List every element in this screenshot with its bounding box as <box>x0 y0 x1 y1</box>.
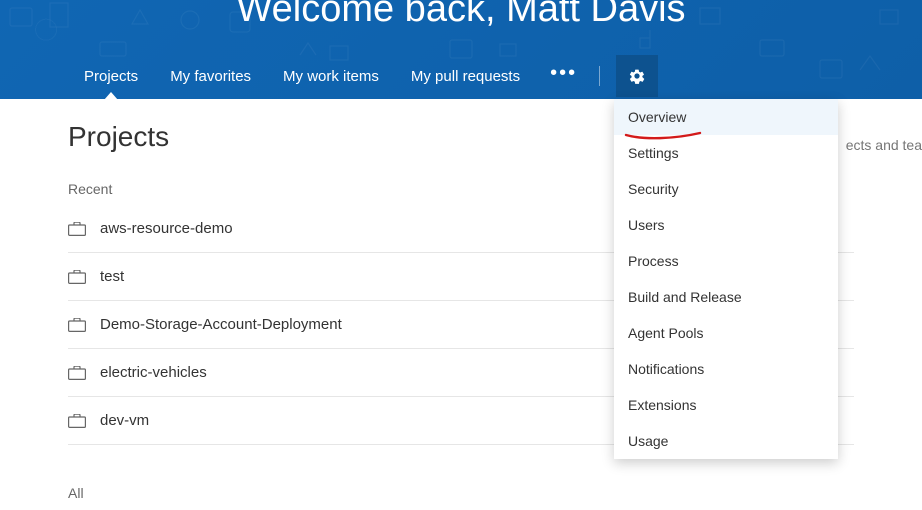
briefcase-icon <box>68 414 86 428</box>
welcome-heading: Welcome back, Matt Davis <box>236 0 685 31</box>
menu-item-build-release[interactable]: Build and Release <box>614 279 838 315</box>
search-placeholder-fragment: ects and tea <box>846 137 922 153</box>
tab-projects[interactable]: Projects <box>68 53 154 99</box>
menu-item-agent-pools[interactable]: Agent Pools <box>614 315 838 351</box>
tab-my-pull-requests[interactable]: My pull requests <box>395 53 536 99</box>
menu-item-notifications[interactable]: Notifications <box>614 351 838 387</box>
project-name: electric-vehicles <box>100 364 207 381</box>
briefcase-icon <box>68 366 86 380</box>
menu-item-extensions[interactable]: Extensions <box>614 387 838 423</box>
briefcase-icon <box>68 318 86 332</box>
briefcase-icon <box>68 270 86 284</box>
app-header: Welcome back, Matt Davis Projects My fav… <box>0 0 922 99</box>
settings-gear-button[interactable] <box>616 55 658 97</box>
project-name: Demo-Storage-Account-Deployment <box>100 316 342 333</box>
project-name: aws-resource-demo <box>100 220 233 237</box>
menu-item-security[interactable]: Security <box>614 171 838 207</box>
menu-item-process[interactable]: Process <box>614 243 838 279</box>
menu-item-usage[interactable]: Usage <box>614 423 838 459</box>
settings-dropdown: Overview Settings Security Users Process… <box>614 99 838 459</box>
project-name: test <box>100 268 124 285</box>
menu-item-settings[interactable]: Settings <box>614 135 838 171</box>
main-content: ects and tea Projects Recent aws-resourc… <box>0 99 922 501</box>
menu-item-users[interactable]: Users <box>614 207 838 243</box>
briefcase-icon <box>68 222 86 236</box>
menu-item-overview[interactable]: Overview <box>614 99 838 135</box>
nav-tabs: Projects My favorites My work items My p… <box>68 53 658 99</box>
tab-my-work-items[interactable]: My work items <box>267 53 395 99</box>
tab-divider <box>599 66 600 86</box>
gear-icon <box>628 67 646 85</box>
all-section-label: All <box>68 485 854 501</box>
project-name: dev-vm <box>100 412 149 429</box>
tab-my-favorites[interactable]: My favorites <box>154 53 267 99</box>
